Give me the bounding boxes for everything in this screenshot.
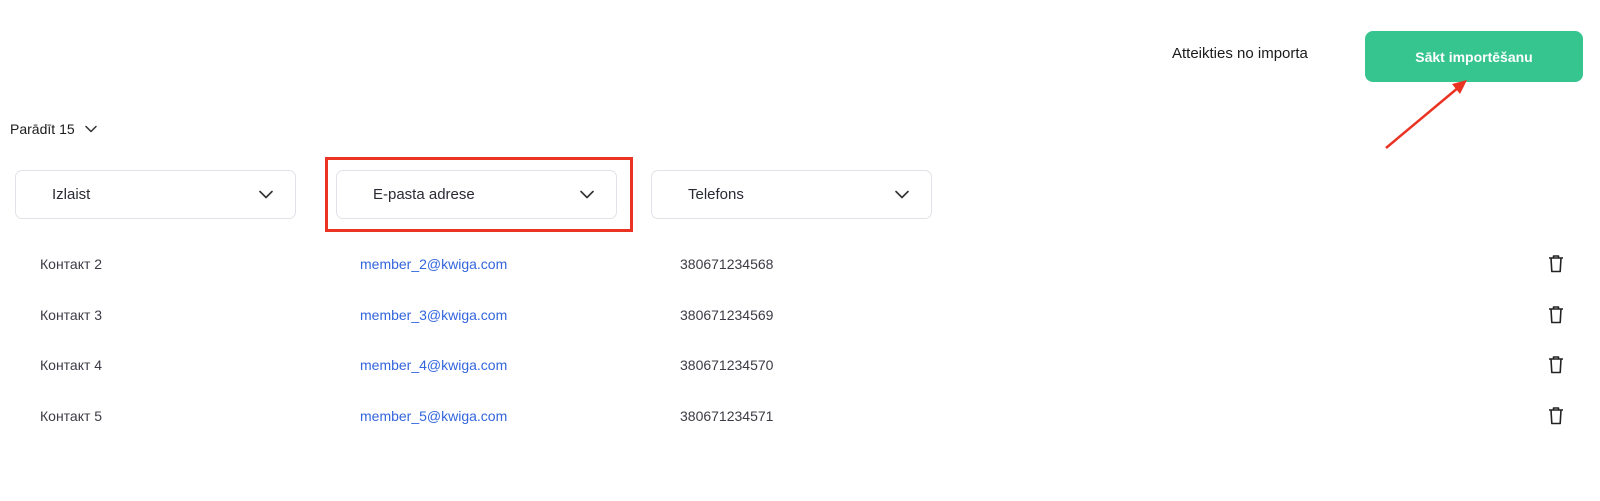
contact-name: Контакт 2 (40, 256, 103, 272)
contact-email[interactable]: member_4@kwiga.com (360, 356, 507, 374)
trash-icon[interactable] (1548, 406, 1564, 425)
contact-phone: 380671234569 (680, 307, 774, 323)
cancel-import-link[interactable]: Atteikties no importa (1172, 45, 1308, 62)
trash-icon[interactable] (1548, 355, 1564, 374)
column-mapping-select-1[interactable]: Izlaist (15, 170, 296, 219)
contact-name: Контакт 5 (40, 408, 103, 424)
column-mapping-value: E-pasta adrese (373, 186, 475, 203)
chevron-down-icon (895, 190, 909, 199)
column-mapping-value: Telefons (688, 186, 744, 203)
column-mapping-value: Izlaist (52, 186, 91, 203)
contact-name: Контакт 4 (40, 357, 103, 373)
column-mapping-select-2[interactable]: E-pasta adrese (336, 170, 617, 219)
table-row: Контакт 4 member_4@kwiga.com 38067123457… (0, 356, 1600, 406)
contact-phone: 380671234571 (680, 408, 774, 424)
import-mapping-page: Atteikties no importa Sākt importēšanu P… (0, 0, 1600, 501)
trash-icon[interactable] (1548, 254, 1564, 273)
start-import-button[interactable]: Sākt importēšanu (1365, 31, 1583, 82)
chevron-down-icon (84, 125, 97, 133)
page-size-label: Parādīt (10, 121, 56, 137)
page-size-value: 15 (59, 121, 75, 137)
column-mapping-select-3[interactable]: Telefons (651, 170, 932, 219)
contact-email[interactable]: member_3@kwiga.com (360, 306, 507, 324)
table-row: Контакт 5 member_5@kwiga.com 38067123457… (0, 407, 1600, 457)
contact-name: Контакт 3 (40, 307, 103, 323)
table-row: Контакт 2 member_2@kwiga.com 38067123456… (0, 255, 1600, 305)
contact-phone: 380671234570 (680, 357, 774, 373)
contact-email[interactable]: member_2@kwiga.com (360, 255, 507, 273)
chevron-down-icon (259, 190, 273, 199)
chevron-down-icon (580, 190, 594, 199)
trash-icon[interactable] (1548, 305, 1564, 324)
page-size-selector[interactable]: Parādīt 15 (10, 121, 97, 137)
table-row: Контакт 3 member_3@kwiga.com 38067123456… (0, 306, 1600, 356)
contact-email[interactable]: member_5@kwiga.com (360, 407, 507, 425)
contact-phone: 380671234568 (680, 256, 774, 272)
